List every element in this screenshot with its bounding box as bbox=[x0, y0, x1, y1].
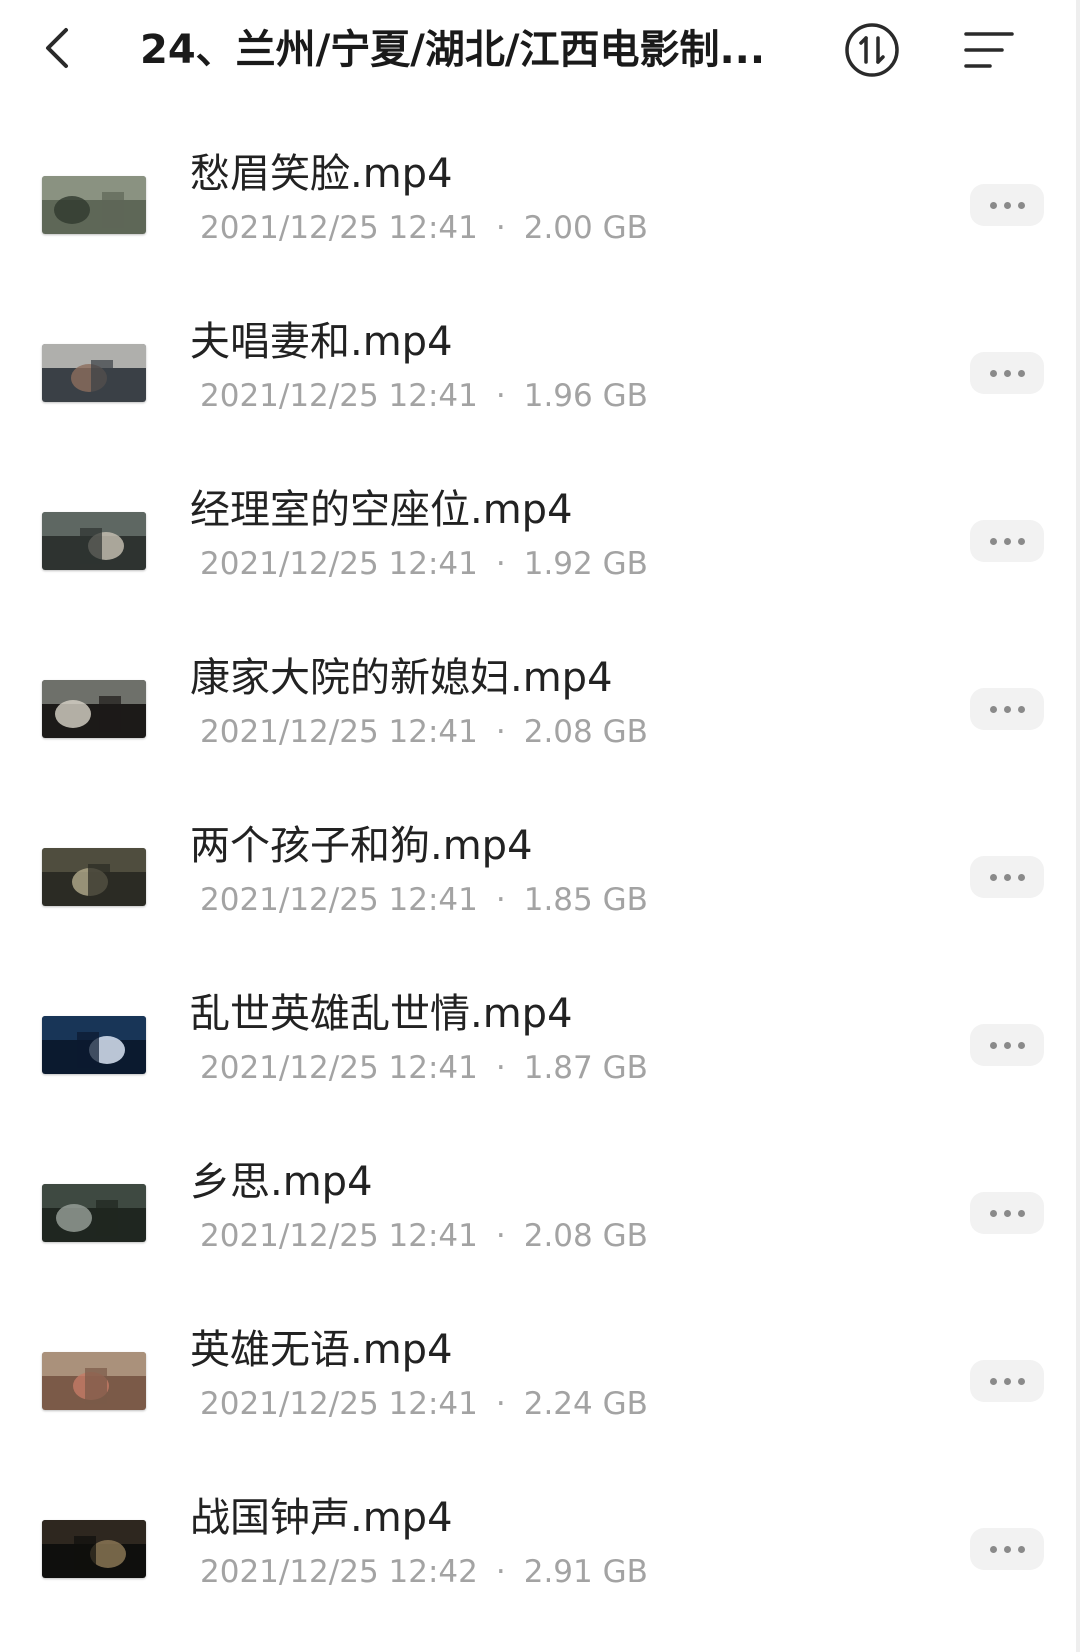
meta-separator: · bbox=[495, 210, 506, 246]
top-bar: 24、兰州/宁夏/湖北/江西电影制... bbox=[0, 0, 1080, 100]
file-row[interactable]: 两个孩子和狗.mp4 2021/12/25 12:41 · 1.85 GB bbox=[0, 794, 1080, 962]
file-name: 愁眉笑脸.mp4 bbox=[190, 151, 453, 197]
file-name: 乱世英雄乱世情.mp4 bbox=[190, 991, 573, 1037]
file-meta: 2021/12/25 12:41 · 1.96 GB bbox=[200, 376, 648, 416]
file-name: 夫唱妻和.mp4 bbox=[190, 319, 453, 365]
file-date: 2021/12/25 12:41 bbox=[200, 882, 478, 918]
file-meta: 2021/12/25 12:41 · 2.00 GB bbox=[200, 208, 648, 248]
more-horizontal-icon bbox=[989, 1545, 1025, 1553]
video-thumbnail bbox=[42, 1184, 146, 1242]
file-size: 1.92 GB bbox=[523, 546, 648, 582]
more-horizontal-icon bbox=[989, 1041, 1025, 1049]
more-horizontal-icon bbox=[989, 537, 1025, 545]
file-row[interactable]: 乱世英雄乱世情.mp4 2021/12/25 12:41 · 1.87 GB bbox=[0, 962, 1080, 1130]
file-date: 2021/12/25 12:41 bbox=[200, 1050, 478, 1086]
video-thumbnail bbox=[42, 176, 146, 234]
folder-title: 24、兰州/宁夏/湖北/江西电影制... bbox=[140, 27, 766, 73]
more-options-button[interactable] bbox=[970, 184, 1044, 226]
file-row[interactable]: 愁眉笑脸.mp4 2021/12/25 12:41 · 2.00 GB bbox=[0, 122, 1080, 290]
file-meta: 2021/12/25 12:41 · 2.24 GB bbox=[200, 1384, 648, 1424]
file-date: 2021/12/25 12:41 bbox=[200, 546, 478, 582]
meta-separator: · bbox=[495, 378, 506, 414]
file-row[interactable]: 英雄无语.mp4 2021/12/25 12:41 · 2.24 GB bbox=[0, 1298, 1080, 1466]
file-size: 2.91 GB bbox=[523, 1554, 648, 1590]
file-date: 2021/12/25 12:41 bbox=[200, 378, 478, 414]
file-size: 2.08 GB bbox=[523, 714, 648, 750]
more-options-button[interactable] bbox=[970, 1192, 1044, 1234]
video-thumbnail bbox=[42, 848, 146, 906]
file-list: 愁眉笑脸.mp4 2021/12/25 12:41 · 2.00 GB 夫唱妻和.mp4… bbox=[0, 122, 1080, 1634]
meta-separator: · bbox=[495, 714, 506, 750]
more-horizontal-icon bbox=[989, 705, 1025, 713]
file-meta: 2021/12/25 12:41 · 2.08 GB bbox=[200, 712, 648, 752]
more-options-button[interactable] bbox=[970, 856, 1044, 898]
more-horizontal-icon bbox=[989, 1209, 1025, 1217]
more-options-button[interactable] bbox=[970, 688, 1044, 730]
file-meta: 2021/12/25 12:41 · 1.87 GB bbox=[200, 1048, 648, 1088]
more-horizontal-icon bbox=[989, 369, 1025, 377]
meta-separator: · bbox=[495, 1050, 506, 1086]
video-thumbnail bbox=[42, 512, 146, 570]
file-date: 2021/12/25 12:41 bbox=[200, 1218, 478, 1254]
back-button[interactable] bbox=[30, 20, 86, 76]
file-row[interactable]: 康家大院的新媳妇.mp4 2021/12/25 12:41 · 2.08 GB bbox=[0, 626, 1080, 794]
file-row[interactable]: 乡思.mp4 2021/12/25 12:41 · 2.08 GB bbox=[0, 1130, 1080, 1298]
file-date: 2021/12/25 12:41 bbox=[200, 1386, 478, 1422]
sort-button[interactable] bbox=[842, 20, 902, 80]
edge-shadow bbox=[1076, 0, 1080, 1652]
more-horizontal-icon bbox=[989, 1377, 1025, 1385]
more-options-button[interactable] bbox=[970, 1528, 1044, 1570]
file-size: 2.24 GB bbox=[523, 1386, 648, 1422]
file-row[interactable]: 夫唱妻和.mp4 2021/12/25 12:41 · 1.96 GB bbox=[0, 290, 1080, 458]
meta-separator: · bbox=[495, 882, 506, 918]
video-thumbnail bbox=[42, 680, 146, 738]
video-thumbnail bbox=[42, 344, 146, 402]
file-name: 经理室的空座位.mp4 bbox=[190, 487, 573, 533]
meta-separator: · bbox=[495, 1218, 506, 1254]
file-row[interactable]: 经理室的空座位.mp4 2021/12/25 12:41 · 1.92 GB bbox=[0, 458, 1080, 626]
file-meta: 2021/12/25 12:42 · 2.91 GB bbox=[200, 1552, 648, 1592]
file-meta: 2021/12/25 12:41 · 1.92 GB bbox=[200, 544, 648, 584]
video-thumbnail bbox=[42, 1016, 146, 1074]
file-name: 乡思.mp4 bbox=[190, 1159, 373, 1205]
more-options-button[interactable] bbox=[970, 520, 1044, 562]
file-date: 2021/12/25 12:42 bbox=[200, 1554, 478, 1590]
file-name: 两个孩子和狗.mp4 bbox=[190, 823, 533, 869]
sort-icon bbox=[845, 23, 899, 77]
more-horizontal-icon bbox=[989, 873, 1025, 881]
video-thumbnail bbox=[42, 1352, 146, 1410]
video-thumbnail bbox=[42, 1520, 146, 1578]
more-options-button[interactable] bbox=[970, 352, 1044, 394]
more-options-button[interactable] bbox=[970, 1360, 1044, 1402]
file-size: 1.96 GB bbox=[523, 378, 648, 414]
file-size: 1.87 GB bbox=[523, 1050, 648, 1086]
file-row[interactable]: 战国钟声.mp4 2021/12/25 12:42 · 2.91 GB bbox=[0, 1466, 1080, 1634]
file-name: 英雄无语.mp4 bbox=[190, 1327, 453, 1373]
menu-button[interactable] bbox=[960, 20, 1020, 80]
meta-separator: · bbox=[495, 1386, 506, 1422]
file-date: 2021/12/25 12:41 bbox=[200, 714, 478, 750]
menu-icon bbox=[964, 32, 1014, 68]
file-size: 2.00 GB bbox=[523, 210, 648, 246]
more-horizontal-icon bbox=[989, 201, 1025, 209]
file-name: 战国钟声.mp4 bbox=[190, 1495, 453, 1541]
chevron-left-icon bbox=[46, 28, 68, 68]
file-size: 2.08 GB bbox=[523, 1218, 648, 1254]
file-date: 2021/12/25 12:41 bbox=[200, 210, 478, 246]
file-meta: 2021/12/25 12:41 · 2.08 GB bbox=[200, 1216, 648, 1256]
meta-separator: · bbox=[495, 1554, 506, 1590]
file-name: 康家大院的新媳妇.mp4 bbox=[190, 655, 613, 701]
more-options-button[interactable] bbox=[970, 1024, 1044, 1066]
meta-separator: · bbox=[495, 546, 506, 582]
file-meta: 2021/12/25 12:41 · 1.85 GB bbox=[200, 880, 648, 920]
file-size: 1.85 GB bbox=[523, 882, 648, 918]
